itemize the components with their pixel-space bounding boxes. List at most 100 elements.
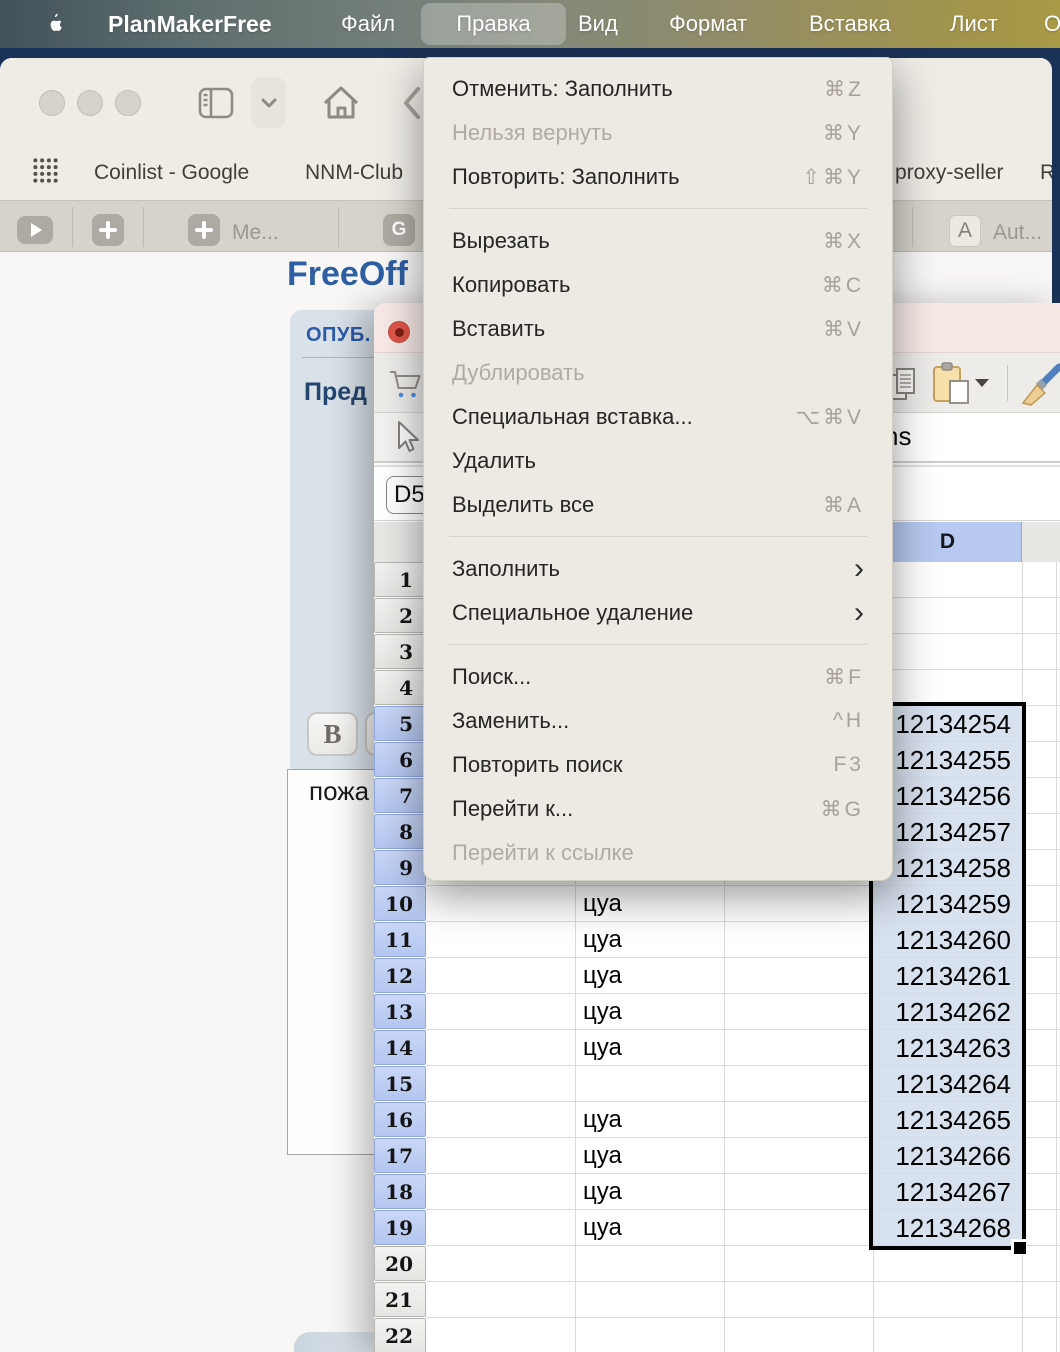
tab-g[interactable]: G xyxy=(383,214,415,246)
screen: Coinlist - Google NNM-Club proxy-seller R M… xyxy=(0,0,1060,1352)
menu-item[interactable]: Специальное удаление› xyxy=(424,591,892,635)
menubar-app-name[interactable]: PlanMakerFree xyxy=(108,0,272,48)
menu-item[interactable]: Повторить поискF3 xyxy=(424,743,892,787)
menu-item[interactable]: Выделить все⌘A xyxy=(424,483,892,527)
home-button[interactable] xyxy=(321,83,361,121)
row-header-22[interactable]: 22 xyxy=(374,1318,426,1352)
menubar-item-2[interactable]: Правка xyxy=(421,0,566,48)
close-button[interactable] xyxy=(39,90,65,116)
cell-B19[interactable]: цуа xyxy=(583,1210,723,1244)
column-header-d[interactable]: D xyxy=(873,522,1022,562)
selection-fill-handle[interactable] xyxy=(1011,1239,1026,1254)
cart-icon[interactable] xyxy=(389,369,425,404)
close-button[interactable] xyxy=(388,321,410,343)
menu-item[interactable]: Вырезать⌘X xyxy=(424,219,892,263)
row-header-6[interactable]: 6 xyxy=(374,742,426,777)
cell-B18[interactable]: цуа xyxy=(583,1174,723,1208)
menu-item-label: Заменить... xyxy=(452,708,833,734)
row-header-11[interactable]: 11 xyxy=(374,922,426,957)
tab-divider xyxy=(338,207,339,247)
minimize-button[interactable] xyxy=(77,90,103,116)
menubar-item-5[interactable]: Вставка xyxy=(809,0,891,48)
menu-item[interactable]: Поиск...⌘F xyxy=(424,655,892,699)
row-header-13[interactable]: 13 xyxy=(374,994,426,1029)
row-header-17[interactable]: 17 xyxy=(374,1138,426,1173)
row-header-19[interactable]: 19 xyxy=(374,1210,426,1245)
menu-item[interactable]: Перейти к...⌘G xyxy=(424,787,892,831)
tab-youtube[interactable] xyxy=(17,216,53,244)
menu-item-label: Копировать xyxy=(452,272,822,298)
menubar: PlanMakerFree Файл Правка Вид Формат Вставка… xyxy=(0,0,1060,48)
menu-item[interactable]: Специальная вставка...⌥⌘V xyxy=(424,395,892,439)
row-header-7[interactable]: 7 xyxy=(374,778,426,813)
menu-item-label: Перейти к... xyxy=(452,796,821,822)
menu-item[interactable]: Удалить xyxy=(424,439,892,483)
chevron-left-icon xyxy=(402,87,422,119)
bookmark-item[interactable]: Coinlist - Google xyxy=(94,161,249,185)
menu-item[interactable]: Копировать⌘C xyxy=(424,263,892,307)
menu-item-label: Вырезать xyxy=(452,228,823,254)
format-brush-icon[interactable] xyxy=(1017,363,1060,414)
menu-item: Нельзя вернуть⌘Y xyxy=(424,111,892,155)
bookmark-item[interactable]: proxy-seller xyxy=(895,161,1004,185)
cell-B12[interactable]: цуа xyxy=(583,958,723,992)
select-all-corner[interactable] xyxy=(374,522,426,562)
column-header-e[interactable] xyxy=(1022,522,1060,562)
menu-item-shortcut: ⌘G xyxy=(821,797,864,822)
row-header-5[interactable]: 5 xyxy=(374,706,426,741)
bold-button[interactable]: B xyxy=(307,712,358,756)
sidebar-chevron-button[interactable] xyxy=(251,77,286,128)
row-header-16[interactable]: 16 xyxy=(374,1102,426,1137)
sidebar-icon[interactable] xyxy=(197,84,235,122)
row-header-8[interactable]: 8 xyxy=(374,814,426,849)
menu-item[interactable]: Вставить⌘V xyxy=(424,307,892,351)
cell-B11[interactable]: цуа xyxy=(583,922,723,956)
menu-item[interactable]: Повторить: Заполнить⇧⌘Y xyxy=(424,155,892,199)
menu-item-shortcut: ⌘A xyxy=(823,493,864,518)
back-button[interactable] xyxy=(402,87,422,119)
tab-aut-icon[interactable]: A xyxy=(949,215,981,247)
row-header-20[interactable]: 20 xyxy=(374,1246,426,1281)
menubar-item-4[interactable]: Формат xyxy=(669,0,747,48)
bookmark-item[interactable]: R xyxy=(1040,161,1052,185)
menubar-item-1[interactable]: Файл xyxy=(341,0,395,48)
cell-B10[interactable]: цуа xyxy=(583,886,723,920)
tab-me-label[interactable]: Me... xyxy=(232,221,279,245)
cell-B13[interactable]: цуа xyxy=(583,994,723,1028)
menu-item[interactable]: Заменить...^H xyxy=(424,699,892,743)
app-grid-icon[interactable] xyxy=(32,157,59,189)
row-header-18[interactable]: 18 xyxy=(374,1174,426,1209)
row-header-4[interactable]: 4 xyxy=(374,670,426,705)
paste-dropdown-caret[interactable] xyxy=(975,379,989,387)
published-link[interactable]: ОПУБ. xyxy=(306,324,371,347)
row-header-21[interactable]: 21 xyxy=(374,1282,426,1317)
paste-icon[interactable] xyxy=(930,361,974,410)
menu-item-label: Выделить все xyxy=(452,492,823,518)
zoom-button[interactable] xyxy=(115,90,141,116)
row-header-1[interactable]: 1 xyxy=(374,562,426,597)
bookmark-item[interactable]: NNM-Club xyxy=(305,161,403,185)
menubar-item-6[interactable]: Лист xyxy=(950,0,998,48)
tab-me-icon[interactable] xyxy=(188,214,220,246)
cell-B17[interactable]: цуа xyxy=(583,1138,723,1172)
row-header-10[interactable]: 10 xyxy=(374,886,426,921)
row-header-3[interactable]: 3 xyxy=(374,634,426,669)
tab-new[interactable] xyxy=(92,214,124,246)
cell-B16[interactable]: цуа xyxy=(583,1102,723,1136)
row-header-2[interactable]: 2 xyxy=(374,598,426,633)
grid-hline xyxy=(426,1317,1060,1318)
row-header-15[interactable]: 15 xyxy=(374,1066,426,1101)
row-header-9[interactable]: 9 xyxy=(374,850,426,885)
menubar-item-overflow[interactable]: О xyxy=(1044,0,1060,48)
menu-item-label: Отменить: Заполнить xyxy=(452,76,824,102)
cursor-tool-icon[interactable] xyxy=(394,419,420,462)
apple-menu[interactable] xyxy=(44,0,64,48)
cell-B14[interactable]: цуа xyxy=(583,1030,723,1064)
menu-item[interactable]: Отменить: Заполнить⌘Z xyxy=(424,67,892,111)
menubar-item-3[interactable]: Вид xyxy=(578,0,618,48)
form-subheading: Пред xyxy=(304,378,367,407)
row-header-14[interactable]: 14 xyxy=(374,1030,426,1065)
row-header-12[interactable]: 12 xyxy=(374,958,426,993)
tab-aut-label[interactable]: Aut... xyxy=(993,221,1042,245)
menu-item[interactable]: Заполнить› xyxy=(424,547,892,591)
